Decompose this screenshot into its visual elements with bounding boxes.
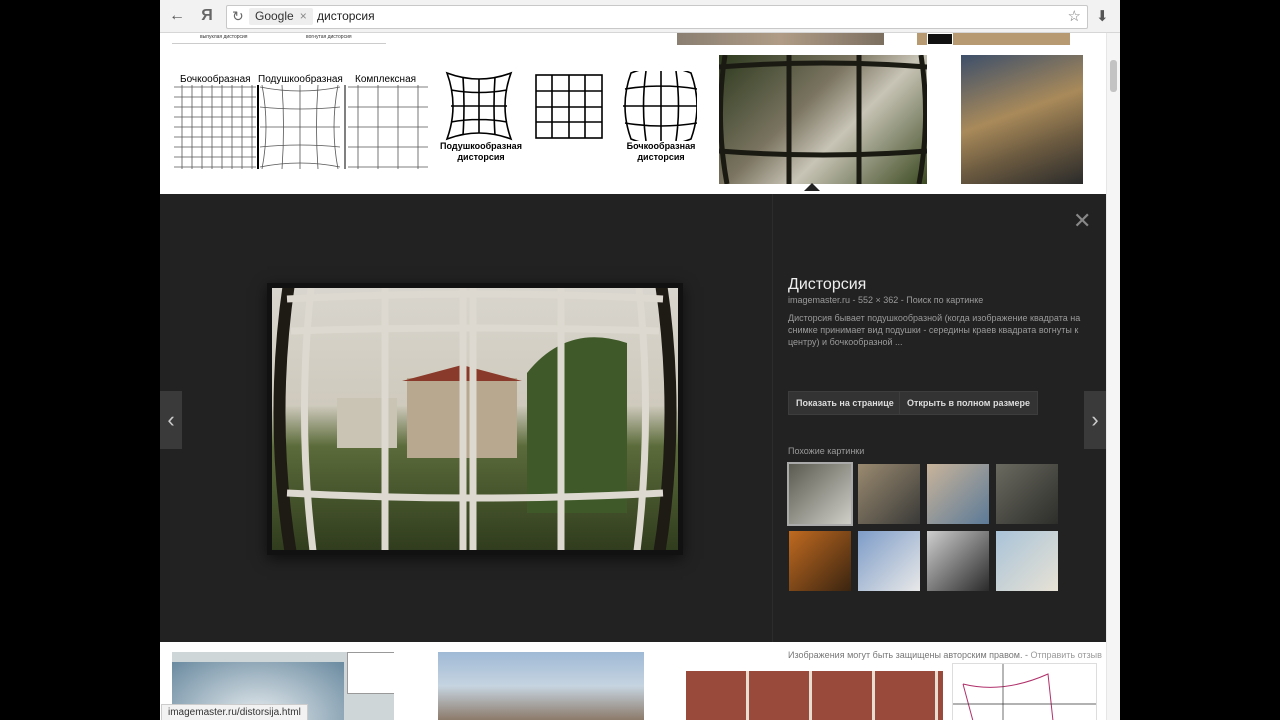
strip-caption-left: выпуклая дисторсия <box>200 34 248 40</box>
caption-pincushion: Подушкообразная дисторсия <box>440 141 522 162</box>
label-complex: Комплексная <box>355 74 417 85</box>
result-image-distortion-types[interactable]: Бочкообразная Подушкообразная Комплексна… <box>172 71 430 169</box>
result-image-window-selected[interactable] <box>719 55 927 184</box>
similar-images-label: Похожие картинки <box>788 446 865 456</box>
download-icon[interactable]: ⬇ <box>1096 7 1109 25</box>
open-full-size-button[interactable]: Открыть в полном размере <box>899 391 1038 415</box>
similar-thumb-autumn[interactable] <box>789 531 851 591</box>
panel-footer: Изображения могут быть защищены авторски… <box>788 650 1102 660</box>
result-image-building[interactable] <box>961 55 1083 184</box>
label-barrel: Бочкообразная <box>180 74 251 85</box>
arrow-left-icon[interactable]: ← <box>168 7 186 25</box>
result-image-distortion-squares[interactable]: Подушкообразная дисторсия Бочкообразная … <box>439 71 697 169</box>
similar-thumb-window[interactable] <box>787 462 853 526</box>
result-image-diagram[interactable] <box>952 663 1097 720</box>
star-icon[interactable]: ☆ <box>1068 7 1081 25</box>
browser-window: ← Я ↻ Google × дисторсия ☆ ⬇ выпуклая дис… <box>160 0 1120 720</box>
result-image-buildings[interactable] <box>438 652 644 720</box>
image-detail-panel: ‹ › ✕ Дисторсия imagemaster.ru - 552 × 3… <box>160 194 1106 660</box>
browser-toolbar: ← Я ↻ Google × дисторсия ☆ ⬇ <box>160 0 1120 33</box>
address-bar[interactable]: ↻ Google × дисторсия ☆ <box>226 5 1088 29</box>
diagram-graphic <box>953 664 1096 720</box>
result-image-frame[interactable] <box>917 33 1070 45</box>
result-image-brick[interactable] <box>686 671 943 720</box>
result-strip-distortion[interactable]: выпуклая дисторсия вогнутая дисторсия <box>172 33 386 44</box>
selection-pointer <box>804 183 820 191</box>
result-image-texture[interactable] <box>677 33 884 45</box>
strip-caption-right: вогнутая дисторсия <box>306 34 352 40</box>
scrollbar-thumb[interactable] <box>1110 60 1117 92</box>
caption-barrel: Бочкообразная дисторсия <box>626 141 696 162</box>
label-pincushion: Подушкообразная <box>258 74 343 85</box>
similar-thumb-fountain[interactable] <box>996 464 1058 524</box>
image-title: Дисторсия <box>788 276 867 293</box>
image-meta: imagemaster.ru - 552 × 362 - Поиск по ка… <box>788 295 984 305</box>
image-info-sidebar: ✕ Дисторсия imagemaster.ru - 552 × 362 -… <box>772 194 1106 660</box>
copyright-notice: Изображения могут быть защищены авторски… <box>788 650 1023 660</box>
search-query[interactable]: дисторсия <box>317 9 375 23</box>
similar-thumb-beach[interactable] <box>927 464 989 524</box>
chip-close-icon[interactable]: × <box>300 9 307 23</box>
image-description: Дисторсия бывает подушкообразной (когда … <box>788 313 1081 347</box>
search-engine-label: Google <box>255 9 294 23</box>
reload-icon[interactable]: ↻ <box>232 8 244 25</box>
window-frame-graphic <box>719 55 927 184</box>
similar-thumb-street[interactable] <box>858 464 920 524</box>
preview-image[interactable] <box>262 278 688 560</box>
search-engine-chip[interactable]: Google × <box>249 8 313 25</box>
status-bar-url: imagemaster.ru/distorsija.html <box>161 704 308 720</box>
similar-thumb-bw[interactable] <box>927 531 989 591</box>
send-feedback-link[interactable]: Отправить отзыв <box>1030 650 1101 660</box>
show-on-page-button[interactable]: Показать на странице <box>788 391 902 415</box>
distortion-grids-graphic <box>174 85 428 169</box>
similar-thumb-church[interactable] <box>858 531 920 591</box>
image-results: выпуклая дисторсия вогнутая дисторсия Бо… <box>160 33 1106 720</box>
similar-thumb-boat[interactable] <box>996 531 1058 591</box>
yandex-button[interactable]: Я <box>198 7 216 25</box>
vertical-scrollbar[interactable] <box>1106 33 1120 720</box>
distortion-squares-graphic <box>445 71 697 146</box>
close-icon[interactable]: ✕ <box>1073 208 1091 234</box>
chevron-left-icon[interactable]: ‹ <box>160 391 182 449</box>
preview-window-graphic <box>262 278 688 560</box>
